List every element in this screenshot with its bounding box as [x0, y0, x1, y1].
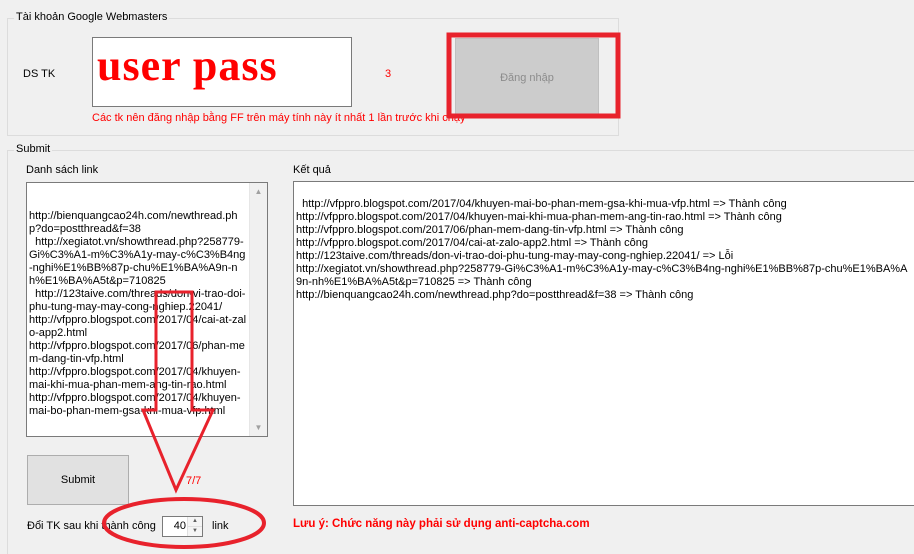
submit-group-title: Submit [14, 143, 53, 155]
account-note: Các tk nên đăng nhập bằng FF trên máy tí… [92, 112, 466, 124]
switch-count-stepper[interactable]: 40 ▲ ▼ [162, 516, 203, 537]
account-list-input[interactable]: user pass [92, 37, 352, 107]
submit-button[interactable]: Submit [27, 455, 129, 505]
link-list-label: Danh sách link [26, 164, 99, 176]
result-text: http://vfppro.blogspot.com/2017/04/khuye… [296, 198, 908, 301]
scroll-up-icon[interactable]: ▲ [250, 183, 267, 200]
chevron-down-icon[interactable]: ▼ [188, 527, 202, 536]
link-list-scrollbar[interactable]: ▲ ▼ [249, 183, 267, 436]
switch-account-label: Đổi TK sau khi thành công [27, 520, 156, 532]
stepper-buttons: ▲ ▼ [187, 517, 202, 536]
anti-captcha-warning: Lưu ý: Chức năng này phải sử dụng anti-c… [293, 518, 590, 530]
link-list-textarea[interactable]: http://bienquangcao24h.com/newthread.php… [26, 182, 268, 437]
account-text: user pass [97, 41, 278, 90]
switch-unit-label: link [212, 520, 229, 532]
account-count: 3 [385, 68, 392, 80]
chevron-up-icon[interactable]: ▲ [188, 517, 202, 527]
account-group-title: Tài khoản Google Webmasters [14, 11, 170, 23]
result-textarea[interactable]: http://vfppro.blogspot.com/2017/04/khuye… [293, 181, 914, 506]
link-list-text: http://bienquangcao24h.com/newthread.php… [29, 210, 247, 417]
switch-count-value: 40 [173, 520, 186, 532]
scroll-down-icon[interactable]: ▼ [250, 419, 267, 436]
progress-text: 7/7 [186, 475, 202, 487]
ds-tk-label: DS TK [23, 68, 56, 80]
result-label: Kết quả [293, 164, 331, 176]
login-button[interactable]: Đăng nhập [455, 38, 599, 118]
